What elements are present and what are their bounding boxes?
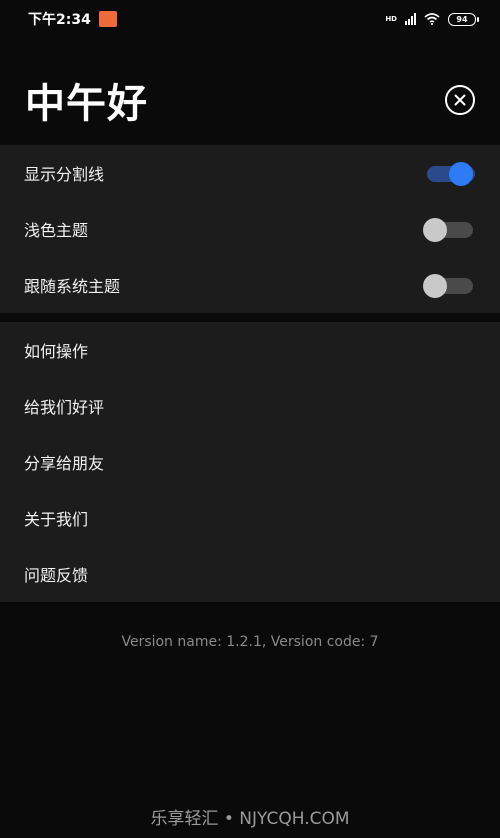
close-button[interactable] (445, 85, 475, 115)
close-icon (454, 94, 466, 106)
menu-item-how-to[interactable]: 如何操作 (0, 322, 500, 378)
menu-item-rate-us[interactable]: 给我们好评 (0, 378, 500, 434)
menu-item-label: 关于我们 (24, 510, 89, 529)
status-left: 下午2:34 (28, 9, 117, 29)
menu-item-share[interactable]: 分享给朋友 (0, 434, 500, 490)
status-bar: 下午2:34 HD 94 (0, 0, 500, 38)
status-right: HD 94 (385, 12, 479, 26)
signal-icon (405, 13, 416, 25)
menu-panel: 如何操作 给我们好评 分享给朋友 关于我们 问题反馈 (0, 322, 500, 602)
wifi-icon (424, 13, 440, 25)
battery-icon: 94 (448, 12, 479, 26)
watermark: 乐享轻汇 • NJYCQH.COM (150, 809, 350, 829)
notification-icon (98, 11, 117, 27)
light-theme-toggle[interactable] (423, 217, 475, 242)
toggle-knob (449, 162, 473, 186)
page-title: 中午好 (25, 81, 148, 127)
setting-label: 显示分割线 (24, 165, 105, 184)
setting-row-light-theme[interactable]: 浅色主题 (0, 201, 500, 257)
menu-item-label: 给我们好评 (24, 398, 105, 417)
menu-item-label: 问题反馈 (24, 566, 89, 585)
toggle-knob (423, 274, 447, 298)
setting-row-follow-system[interactable]: 跟随系统主题 (0, 257, 500, 313)
network-type-label: HD (385, 14, 397, 23)
setting-label: 浅色主题 (24, 221, 89, 240)
settings-panel: 显示分割线 浅色主题 跟随系统主题 (0, 145, 500, 313)
follow-system-theme-toggle[interactable] (423, 273, 475, 298)
menu-item-label: 分享给朋友 (24, 454, 105, 473)
header: 中午好 (0, 60, 500, 140)
divider-toggle[interactable] (423, 161, 475, 186)
menu-item-label: 如何操作 (24, 342, 89, 361)
setting-row-divider[interactable]: 显示分割线 (0, 145, 500, 201)
version-text: Version name: 1.2.1, Version code: 7 (121, 634, 379, 650)
menu-item-feedback[interactable]: 问题反馈 (0, 546, 500, 602)
status-time: 下午2:34 (28, 12, 91, 28)
menu-item-about-us[interactable]: 关于我们 (0, 490, 500, 546)
setting-label: 跟随系统主题 (24, 277, 121, 296)
toggle-knob (423, 218, 447, 242)
